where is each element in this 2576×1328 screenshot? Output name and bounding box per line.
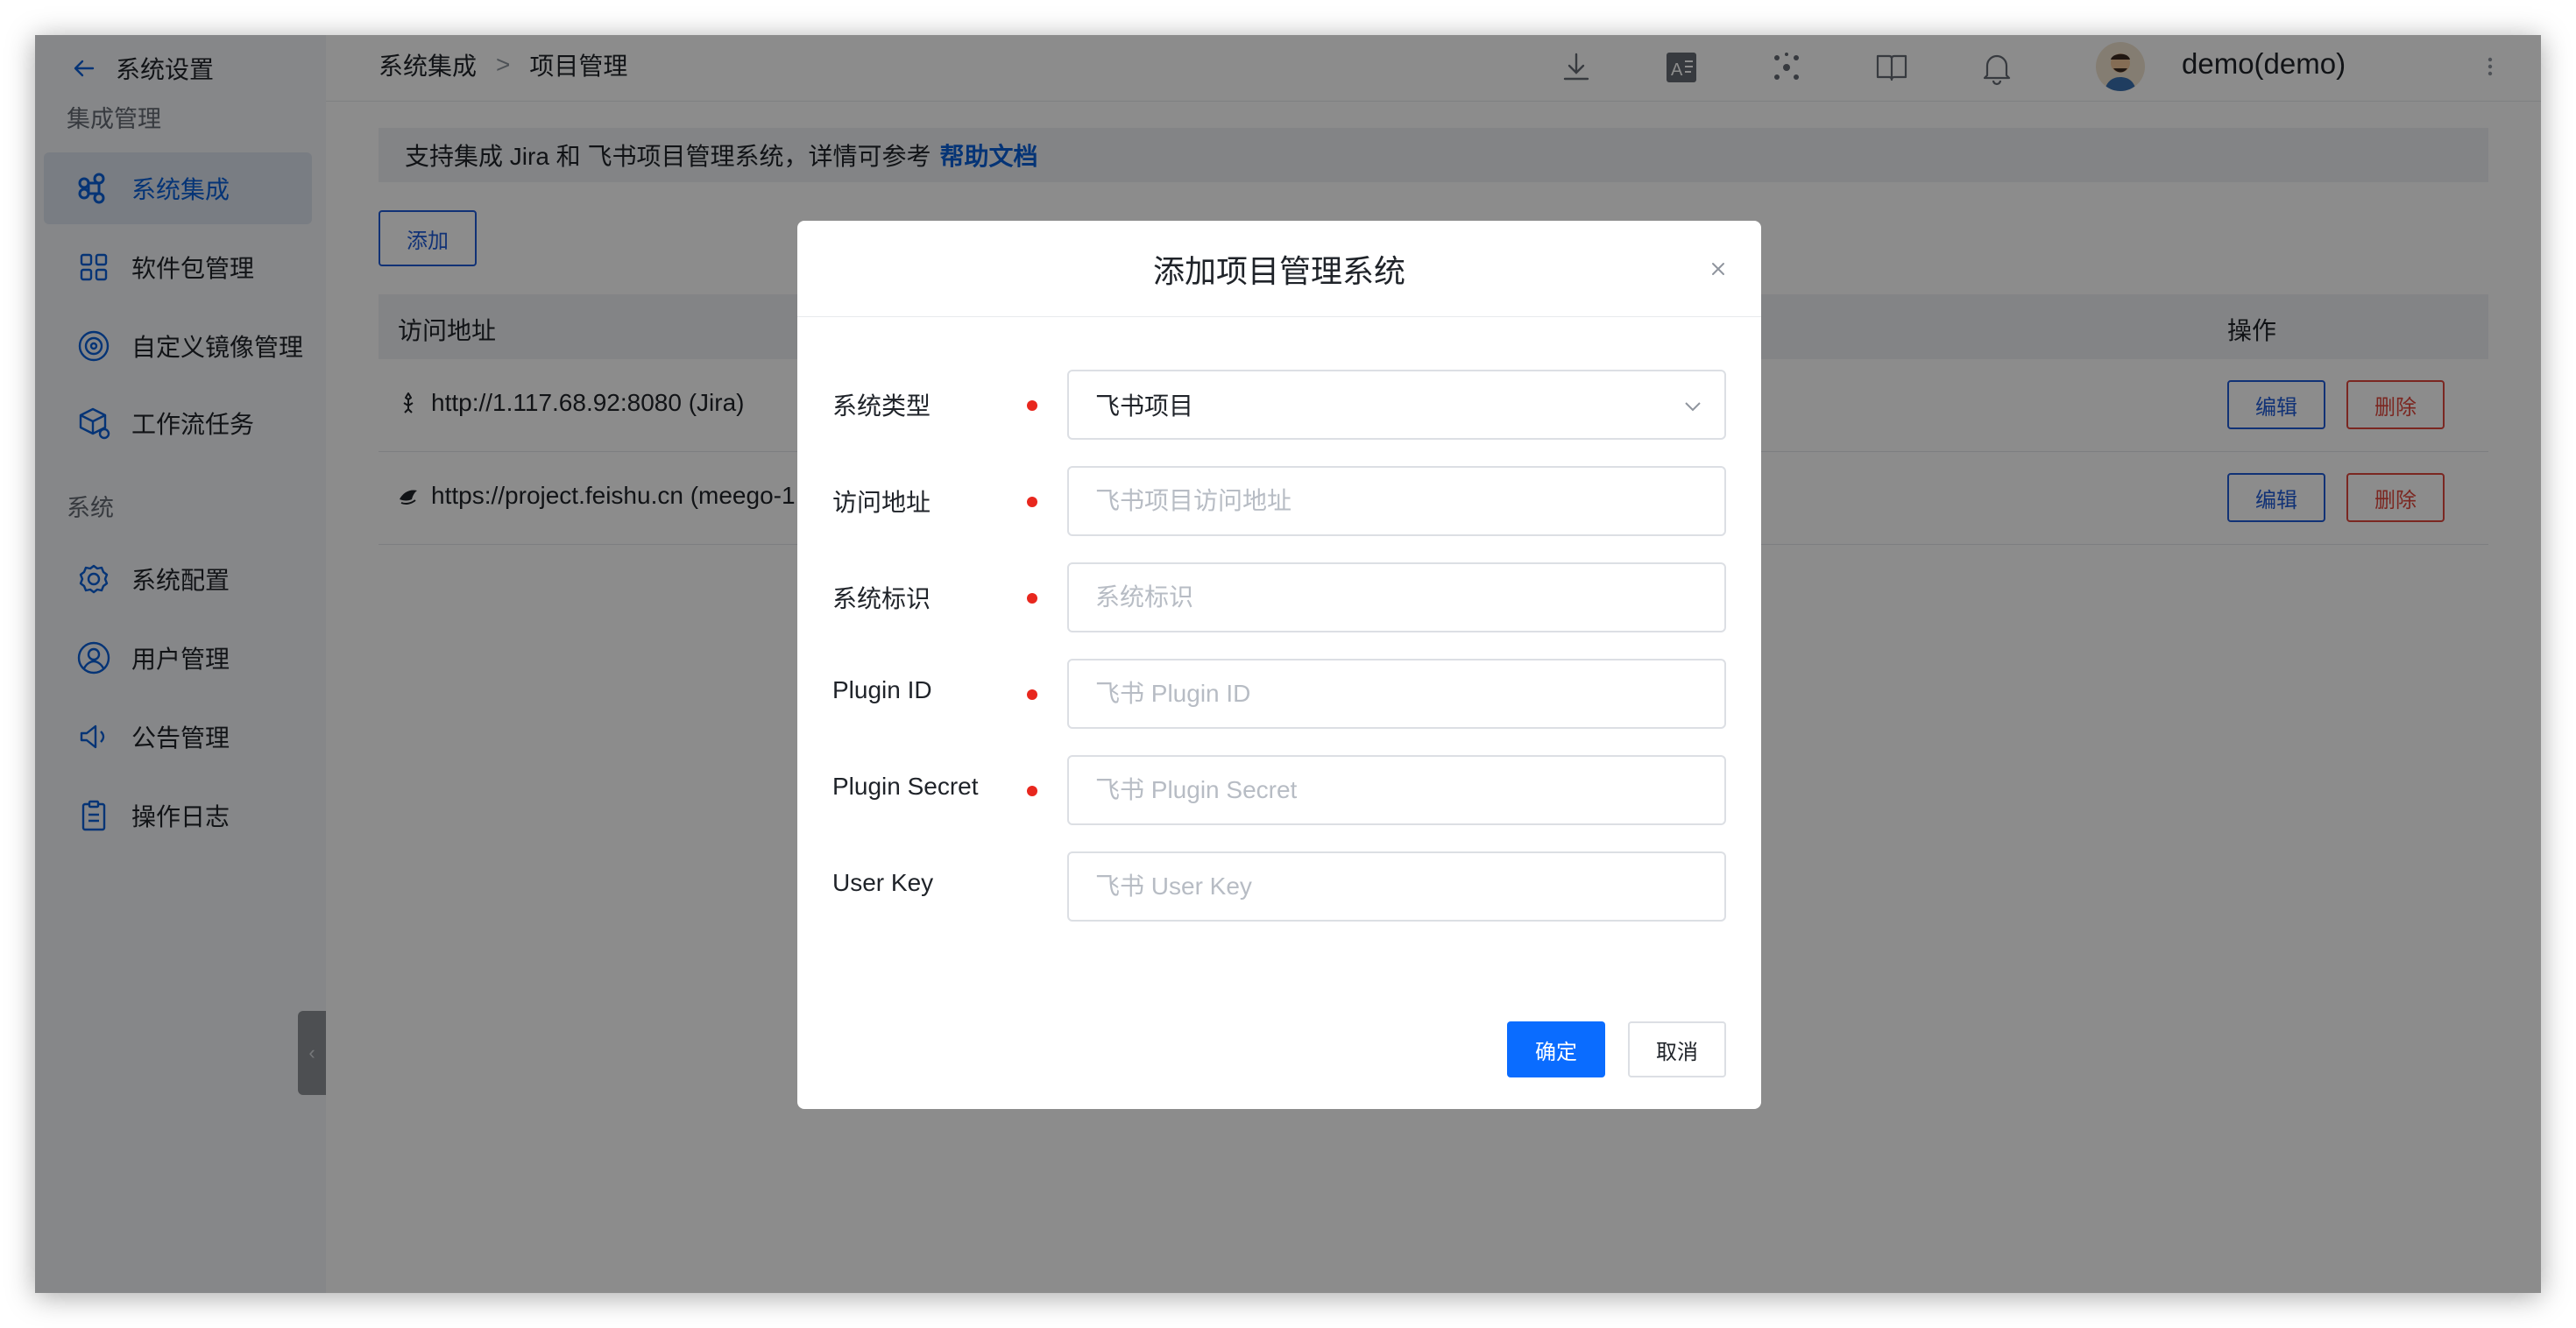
form-row-plugin-secret: Plugin Secret [832,755,1726,825]
app-window: 系统设置 集成管理 系统集成 软件包管理 自定义镜像管理 工作流任务 系统 系统… [35,35,2541,1293]
field-label: Plugin Secret [832,773,979,800]
field-label: Plugin ID [832,676,932,703]
chevron-down-icon [1685,402,1701,412]
required-indicator [1027,400,1037,411]
user-key-input[interactable] [1067,851,1726,922]
form-row-plugin-id: Plugin ID [832,659,1726,729]
form-row-system-type: 系统类型 飞书项目 [832,370,1726,440]
field-label: 访问地址 [832,489,931,516]
required-indicator [1027,593,1037,604]
form-row-system-id: 系统标识 [832,562,1726,632]
field-label: User Key [832,869,934,896]
form-row-user-key: User Key [832,851,1726,922]
confirm-button[interactable]: 确定 [1507,1021,1605,1077]
modal-title: 添加项目管理系统 [797,221,1761,317]
system-id-input[interactable] [1067,562,1726,632]
required-indicator [1027,786,1037,796]
plugin-secret-input[interactable] [1067,755,1726,825]
required-indicator [1027,689,1037,700]
close-icon[interactable] [1709,259,1728,279]
add-system-modal: 添加项目管理系统 系统类型 飞书项目 访问地址 系统标识 Plugin ID [797,221,1761,1109]
system-type-select[interactable]: 飞书项目 [1067,370,1726,440]
plugin-id-input[interactable] [1067,659,1726,729]
cancel-button[interactable]: 取消 [1628,1021,1726,1077]
form-row-access-url: 访问地址 [832,466,1726,536]
field-label: 系统类型 [832,392,931,420]
select-value: 飞书项目 [1095,392,1194,420]
access-url-input[interactable] [1067,466,1726,536]
field-label: 系统标识 [832,585,931,612]
required-indicator [1027,497,1037,507]
